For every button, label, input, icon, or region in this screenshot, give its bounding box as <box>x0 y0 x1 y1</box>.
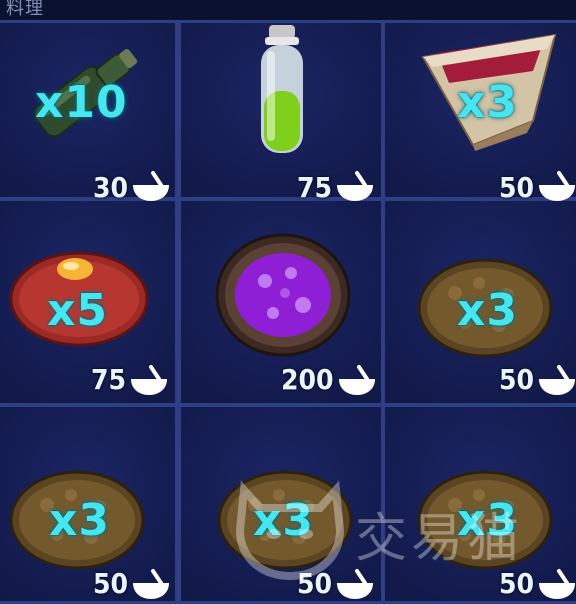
bowl-icon <box>129 363 169 397</box>
potion-vial-icon <box>247 25 317 160</box>
watermark: 交易猫 <box>230 470 570 580</box>
item-quantity: x3 <box>457 285 518 336</box>
item-cost: 50 <box>499 171 534 204</box>
watermark-text: 交易猫 <box>355 496 523 571</box>
item-quantity: x3 <box>49 495 110 546</box>
item-slot-purple-soup[interactable]: 200 <box>178 198 384 406</box>
item-cost: 30 <box>93 171 128 204</box>
item-slot-bottle[interactable]: x10 30 <box>0 20 178 200</box>
item-cost: 200 <box>281 363 334 396</box>
item-slot-kibble[interactable]: x3 50 <box>382 198 576 406</box>
item-cost: 50 <box>499 363 534 396</box>
item-quantity: x10 <box>35 77 128 128</box>
item-slot-green-potion[interactable]: 75 <box>178 20 384 200</box>
purple-soup-bowl-icon <box>213 229 353 359</box>
item-slot-pie-slice[interactable]: x3 50 <box>382 20 576 200</box>
item-cost: 50 <box>93 567 128 600</box>
item-quantity: x3 <box>457 77 518 128</box>
top-bar-title: 料理 <box>6 0 44 20</box>
item-slot-meat-egg[interactable]: x5 75 <box>0 198 178 406</box>
bowl-icon <box>537 169 576 203</box>
bowl-icon <box>335 169 375 203</box>
item-slot-kibble[interactable]: x3 50 <box>0 404 178 604</box>
bowl-icon <box>131 169 171 203</box>
bowl-icon <box>537 363 576 397</box>
item-quantity: x5 <box>47 285 108 336</box>
bowl-icon <box>337 363 377 397</box>
inventory-grid: 料理 x10 30 75 <box>0 0 576 596</box>
item-cost: 75 <box>91 363 126 396</box>
item-cost: 75 <box>297 171 332 204</box>
cat-logo-icon <box>230 470 350 580</box>
